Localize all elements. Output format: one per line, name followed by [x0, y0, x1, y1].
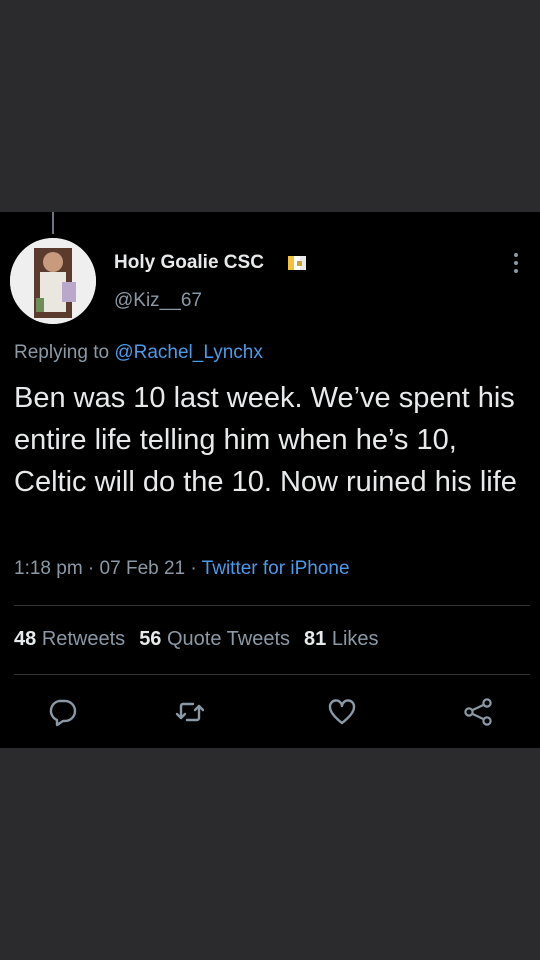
retweets-label: Retweets	[41, 628, 126, 650]
likes-stat[interactable]: 81 Likes	[304, 628, 379, 650]
quote-tweets-label: Quote Tweets	[167, 628, 291, 650]
reply-icon[interactable]	[46, 696, 78, 728]
user-handle[interactable]: @Kiz__67	[114, 290, 202, 312]
thread-line	[52, 212, 54, 234]
avatar[interactable]	[10, 238, 96, 324]
tweet-card: Holy Goalie CSC @Kiz__67 Replying to @Ra…	[0, 212, 540, 748]
screenshot-page: Holy Goalie CSC @Kiz__67 Replying to @Ra…	[0, 0, 540, 960]
avatar-photo-icon	[10, 238, 96, 324]
replying-to-label: Replying to	[14, 342, 115, 363]
meta-separator: ·	[185, 558, 202, 579]
tweet-text: Ben was 10 last week. We’ve spent his en…	[14, 382, 517, 498]
bottom-dark-area	[0, 748, 540, 960]
like-icon[interactable]	[326, 696, 358, 728]
flag-icon	[288, 256, 306, 270]
replying-to: Replying to @Rachel_Lynchx	[14, 342, 263, 364]
tweet-time[interactable]: 1:18 pm	[14, 558, 83, 579]
share-icon[interactable]	[462, 696, 494, 728]
likes-label: Likes	[331, 628, 379, 650]
quote-tweets-stat[interactable]: 56 Quote Tweets	[139, 628, 290, 650]
more-options-icon[interactable]	[506, 250, 526, 276]
retweets-stat[interactable]: 48 Retweets	[14, 628, 125, 650]
likes-count: 81	[304, 628, 327, 650]
divider	[14, 605, 530, 606]
tweet-meta: 1:18 pm · 07 Feb 21 · Twitter for iPhone	[14, 558, 350, 580]
tweet-date[interactable]: 07 Feb 21	[100, 558, 186, 579]
tweet-stats: 48 Retweets 56 Quote Tweets 81 Likes	[14, 628, 393, 651]
display-name[interactable]: Holy Goalie CSC	[114, 252, 264, 274]
divider	[14, 674, 530, 675]
retweets-count: 48	[14, 628, 37, 650]
meta-separator: ·	[82, 558, 100, 579]
top-dark-area	[0, 0, 540, 212]
tweet-source[interactable]: Twitter for iPhone	[202, 558, 350, 579]
quote-tweets-count: 56	[139, 628, 162, 650]
replying-to-link[interactable]: @Rachel_Lynchx	[114, 342, 263, 363]
retweet-icon[interactable]	[174, 696, 206, 728]
